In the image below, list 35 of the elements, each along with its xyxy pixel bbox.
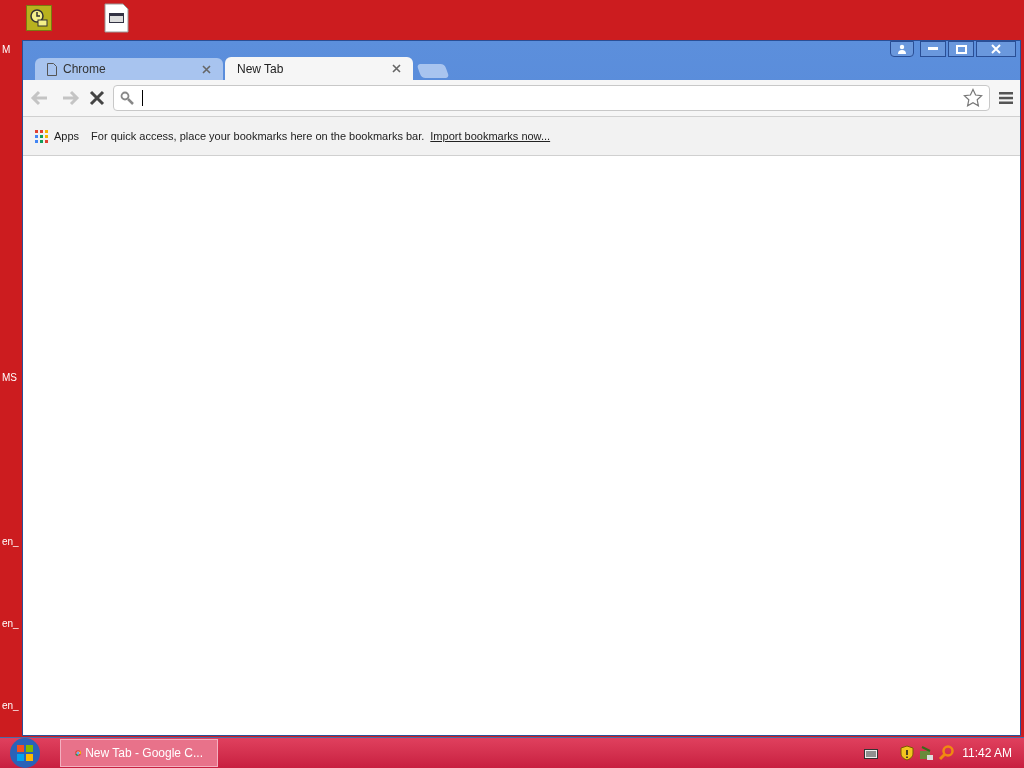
apps-grid-icon [35,129,48,143]
person-icon [897,44,907,54]
start-button[interactable] [10,738,40,768]
import-bookmarks-link[interactable]: Import bookmarks now... [430,127,551,145]
clock-app-icon[interactable] [26,5,52,31]
maximize-button[interactable] [948,41,974,57]
close-button[interactable] [976,41,1016,57]
apps-link[interactable]: Apps [54,127,80,145]
bookmarks-hint: For quick access, place your bookmarks here on the bookmarks bar. [91,128,425,144]
close-tab-icon[interactable] [202,64,211,74]
star-icon[interactable] [963,88,983,108]
desktop-icon-label: MS [2,373,17,383]
page-icon [47,62,57,76]
close-tab-icon[interactable] [392,64,401,73]
desktop-icon-label: M [2,45,11,55]
menu-icon[interactable] [998,91,1014,105]
desktop-icon-label: en_ [2,537,19,547]
stop-icon[interactable] [89,90,105,106]
network-icon[interactable] [918,745,935,761]
keyboard-icon[interactable] [864,747,879,759]
close-icon [991,44,1001,54]
profile-button[interactable] [890,41,914,57]
clock-time[interactable]: 11:42 AM [962,744,1012,762]
browser-tab[interactable]: New Tab [225,57,413,80]
search-icon [120,91,134,105]
text-cursor [142,90,143,106]
windows-logo-icon [17,745,33,761]
desktop-icon-label: en_ [2,701,19,711]
document-icon[interactable] [104,3,129,33]
browser-tab[interactable]: Chrome [35,58,223,80]
minimize-icon [928,47,938,51]
shield-warning-icon[interactable] [900,745,915,761]
desktop-icon-label: en_ [2,619,19,629]
maximize-icon [955,44,967,54]
minimize-button[interactable] [920,41,946,57]
